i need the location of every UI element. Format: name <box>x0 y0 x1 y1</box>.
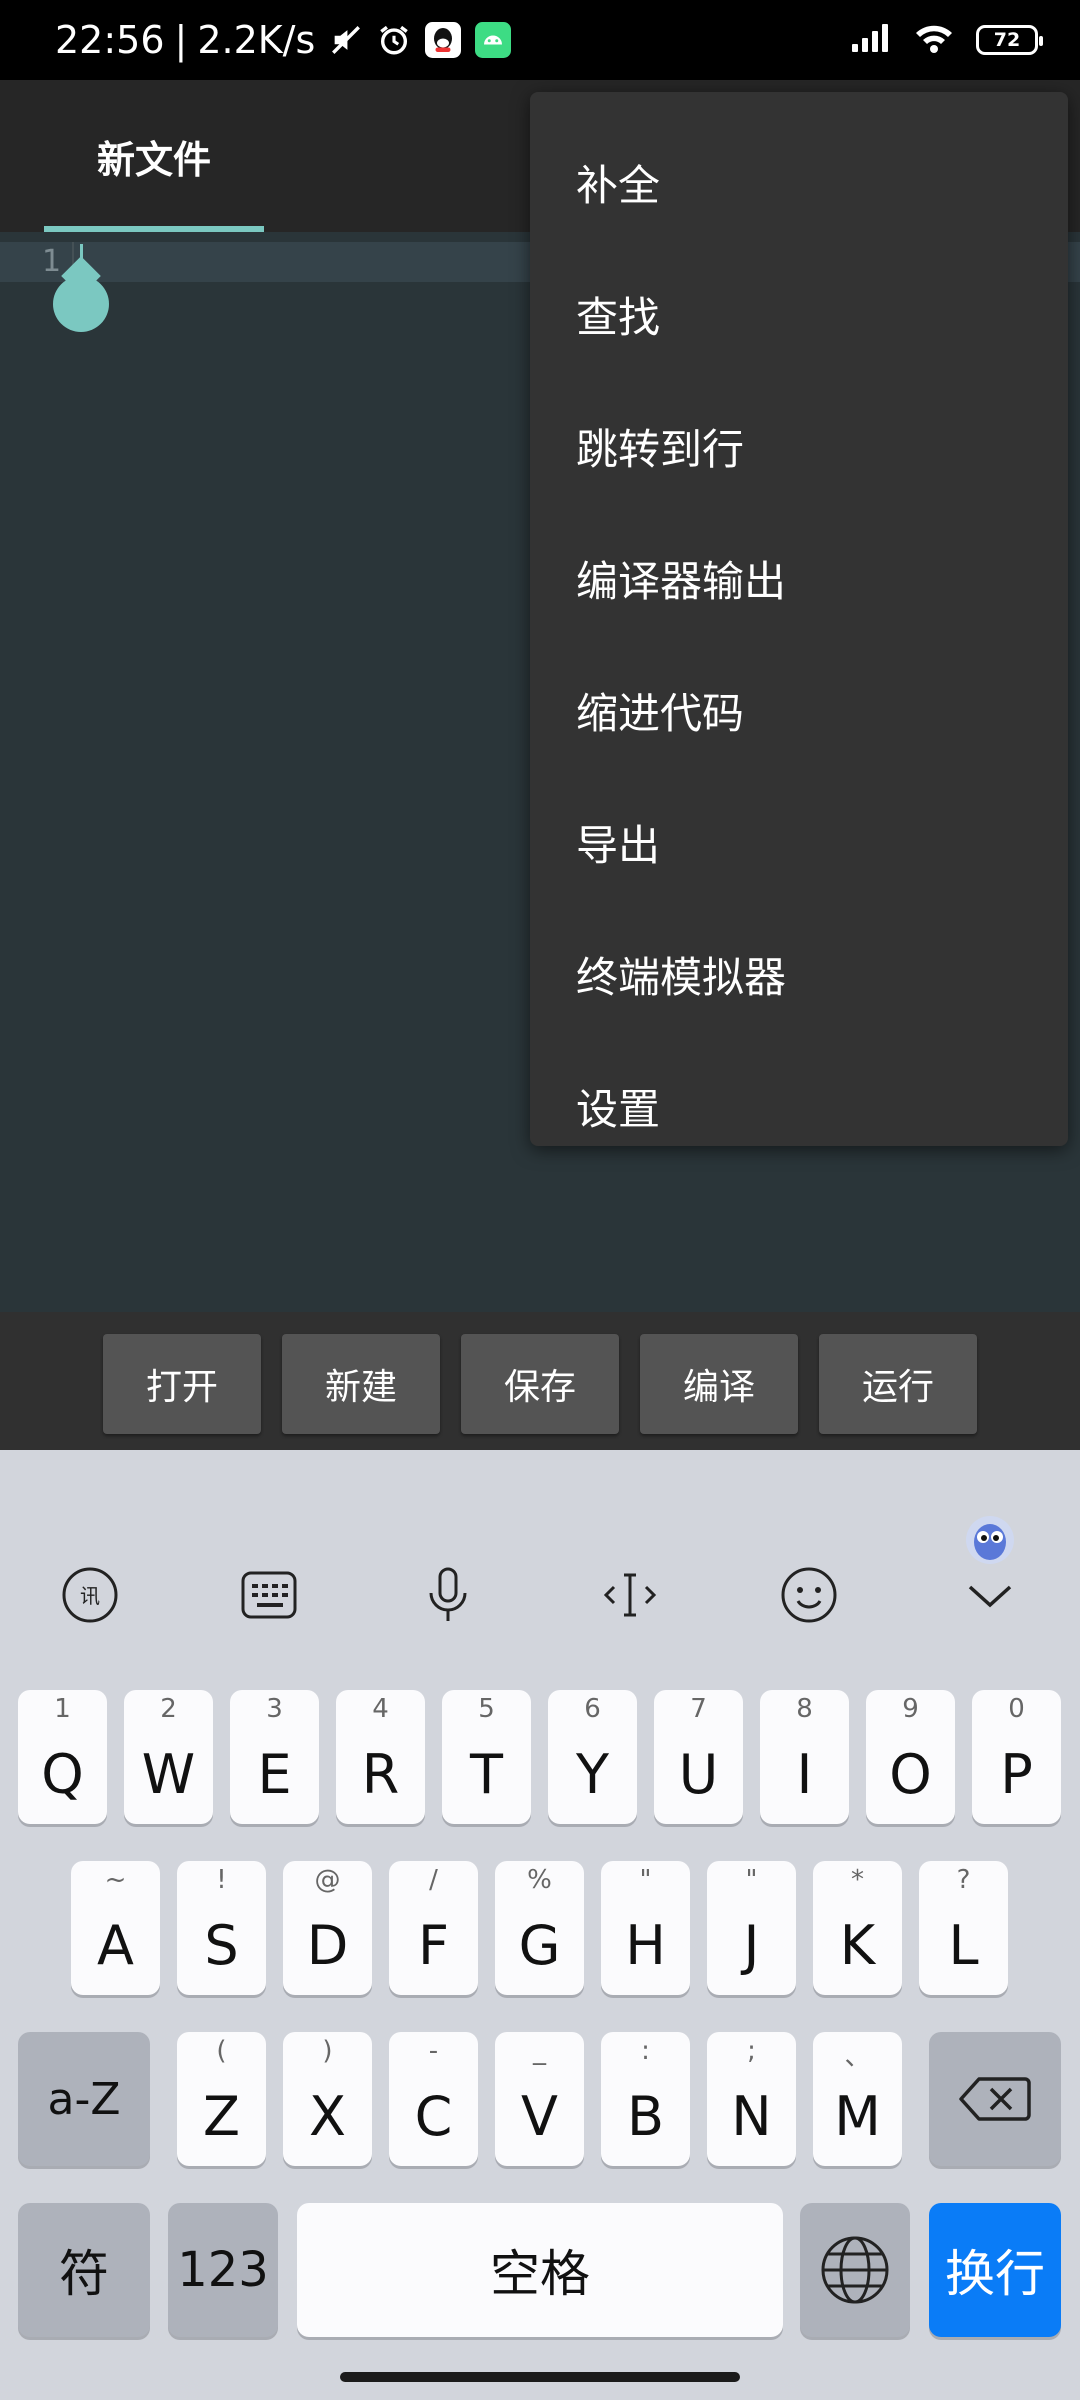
key-p[interactable]: 0P <box>972 1690 1061 1824</box>
space-key[interactable]: 空格 <box>297 2203 783 2337</box>
run-button[interactable]: 运行 <box>819 1334 977 1434</box>
key-b[interactable]: :B <box>601 2032 690 2166</box>
status-separator: | <box>174 18 188 62</box>
status-net-speed: 2.2K/s <box>197 18 316 62</box>
open-button[interactable]: 打开 <box>103 1334 261 1434</box>
key-i[interactable]: 8I <box>760 1690 849 1824</box>
key-n[interactable]: ; N <box>707 2032 796 2166</box>
wifi-icon <box>914 22 954 58</box>
menu-item-complete[interactable]: 补全 <box>530 116 1068 248</box>
key-j[interactable]: " J <box>707 1861 796 1995</box>
key-x[interactable]: ) X <box>283 2032 372 2166</box>
menu-item-indent-code[interactable]: 缩进代码 <box>530 644 1068 776</box>
enter-key[interactable]: 换行 <box>929 2203 1061 2337</box>
key-o[interactable]: 9O <box>866 1690 955 1824</box>
key-v[interactable]: _ V <box>495 2032 584 2166</box>
emoji-icon[interactable] <box>769 1555 849 1635</box>
key-d[interactable]: @ D <box>283 1861 372 1995</box>
key-z[interactable]: (Z <box>177 2032 266 2166</box>
line-number: 1 <box>42 244 62 279</box>
menu-item-terminal-emulator[interactable]: 终端模拟器 <box>530 908 1068 1040</box>
key-g[interactable]: % G <box>495 1861 584 1995</box>
menu-item-settings[interactable]: 设置 <box>530 1040 1068 1172</box>
key-t[interactable]: 5T <box>442 1690 531 1824</box>
qq-app-icon <box>425 22 462 58</box>
key-r[interactable]: 4R <box>336 1690 425 1824</box>
menu-item-export[interactable]: 导出 <box>530 776 1068 908</box>
compile-button[interactable]: 编译 <box>640 1334 798 1434</box>
android-app-icon <box>475 22 512 58</box>
case-toggle-key[interactable]: a-Z <box>18 2032 150 2166</box>
key-m[interactable]: 、 M <box>813 2032 902 2166</box>
alarm-icon <box>377 23 411 57</box>
soft-keyboard: 讯 1Q 2W 3E 4R 5T 6Y 7U 8I 9O 0P ~ A ! S @ D… <box>0 1450 1080 2400</box>
status-right: 72 <box>850 0 1043 80</box>
battery-icon: 72 <box>976 25 1043 55</box>
menu-item-find[interactable]: 查找 <box>530 248 1068 380</box>
backspace-icon <box>959 2077 1031 2121</box>
menu-item-compiler-output[interactable]: 编译器输出 <box>530 512 1068 644</box>
key-c[interactable]: -C <box>389 2032 478 2166</box>
key-y[interactable]: 6Y <box>548 1690 637 1824</box>
collapse-keyboard-icon[interactable] <box>950 1555 1030 1635</box>
menu-item-goto-line[interactable]: 跳转到行 <box>530 380 1068 512</box>
backspace-key[interactable] <box>929 2032 1061 2166</box>
key-w[interactable]: 2W <box>124 1690 213 1824</box>
overflow-menu: 补全 查找 跳转到行 编译器输出 缩进代码 导出 终端模拟器 设置 <box>530 92 1068 1146</box>
save-button[interactable]: 保存 <box>461 1334 619 1434</box>
editor-toolbar: 打开 新建 保存 编译 运行 <box>0 1312 1080 1450</box>
home-indicator[interactable] <box>340 2372 740 2382</box>
svg-text:讯: 讯 <box>80 1584 100 1608</box>
key-e[interactable]: 3E <box>230 1690 319 1824</box>
key-f[interactable]: / F <box>389 1861 478 1995</box>
numbers-key[interactable]: 123 <box>168 2203 278 2337</box>
symbols-key[interactable]: 符 <box>18 2203 150 2337</box>
key-q[interactable]: 1Q <box>18 1690 107 1824</box>
cursor-handle[interactable] <box>53 276 109 332</box>
key-a[interactable]: ~ A <box>71 1861 160 1995</box>
key-s[interactable]: ! S <box>177 1861 266 1995</box>
status-time: 22:56 <box>55 18 165 62</box>
language-key[interactable] <box>800 2203 910 2337</box>
key-l[interactable]: ? L <box>919 1861 1008 1995</box>
signal-icon <box>850 22 892 58</box>
status-left: 22:56 | 2.2K/s <box>55 0 512 80</box>
handwriting-mode-icon[interactable]: 讯 <box>50 1555 130 1635</box>
mute-icon <box>329 23 363 57</box>
new-button[interactable]: 新建 <box>282 1334 440 1434</box>
globe-icon <box>821 2236 889 2304</box>
microphone-icon[interactable] <box>408 1555 488 1635</box>
keyboard-layout-icon[interactable] <box>229 1555 309 1635</box>
status-bar: 22:56 | 2.2K/s 72 <box>0 0 1080 80</box>
key-h[interactable]: " H <box>601 1861 690 1995</box>
key-k[interactable]: * K <box>813 1861 902 1995</box>
key-u[interactable]: 7U <box>654 1690 743 1824</box>
cursor-move-icon[interactable] <box>590 1555 670 1635</box>
tab-new-file[interactable]: 新文件 <box>44 80 264 232</box>
